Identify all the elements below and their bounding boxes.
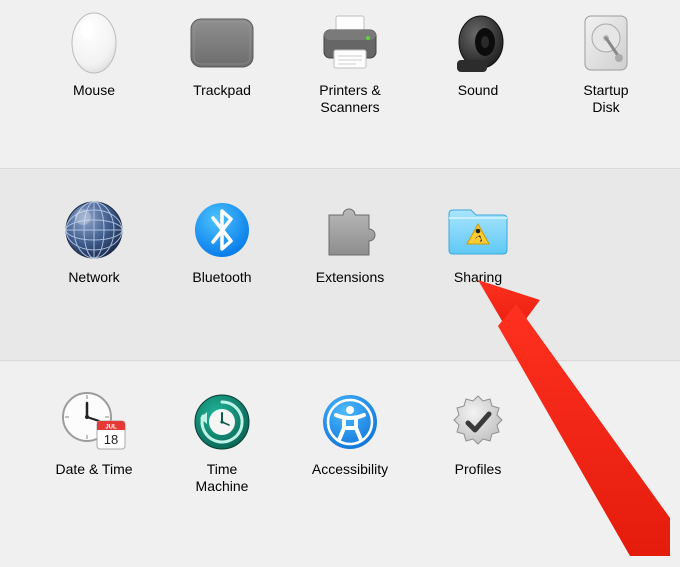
pref-label: Sound — [458, 82, 498, 99]
profiles-badge-icon — [443, 387, 513, 457]
sharing-folder-icon — [443, 195, 513, 265]
time-machine-icon — [187, 387, 257, 457]
pref-date-time[interactable]: JUL 18 Date & Time — [30, 387, 158, 478]
puzzle-piece-icon — [315, 195, 385, 265]
prefs-row-system: JUL 18 Date & Time — [0, 362, 680, 567]
pref-trackpad[interactable]: Trackpad — [158, 8, 286, 99]
hard-disk-icon — [571, 8, 641, 78]
pref-time-machine[interactable]: TimeMachine — [158, 387, 286, 495]
svg-text:JUL: JUL — [105, 425, 117, 431]
pref-sharing[interactable]: Sharing — [414, 195, 542, 286]
bluetooth-icon — [187, 195, 257, 265]
mouse-icon — [59, 8, 129, 78]
pref-printers-scanners[interactable]: Printers &Scanners — [286, 8, 414, 116]
pref-label: Profiles — [455, 461, 502, 478]
pref-extensions[interactable]: Extensions — [286, 195, 414, 286]
pref-profiles[interactable]: Profiles — [414, 387, 542, 478]
pref-label: Sharing — [454, 269, 502, 286]
pref-label: Network — [68, 269, 119, 286]
svg-text:18: 18 — [104, 432, 118, 447]
pref-label: Trackpad — [193, 82, 251, 99]
prefs-row-network: Network Bluetooth — [0, 170, 680, 360]
trackpad-icon — [187, 8, 257, 78]
prefs-row-hardware: Mouse Trackpad — [0, 0, 680, 168]
printer-icon — [315, 8, 385, 78]
pref-label: Date & Time — [55, 461, 132, 478]
pref-label: Mouse — [73, 82, 115, 99]
speaker-icon — [443, 8, 513, 78]
pref-label: TimeMachine — [196, 461, 249, 495]
pref-label: Printers &Scanners — [319, 82, 380, 116]
accessibility-icon — [315, 387, 385, 457]
pref-label: StartupDisk — [583, 82, 628, 116]
pref-startup-disk[interactable]: StartupDisk — [542, 8, 670, 116]
pref-bluetooth[interactable]: Bluetooth — [158, 195, 286, 286]
clock-calendar-icon: JUL 18 — [59, 387, 129, 457]
pref-label: Accessibility — [312, 461, 388, 478]
pref-label: Extensions — [316, 269, 384, 286]
pref-accessibility[interactable]: Accessibility — [286, 387, 414, 478]
network-globe-icon — [59, 195, 129, 265]
pref-label: Bluetooth — [192, 269, 251, 286]
pref-network[interactable]: Network — [30, 195, 158, 286]
pref-sound[interactable]: Sound — [414, 8, 542, 99]
pref-mouse[interactable]: Mouse — [30, 8, 158, 99]
